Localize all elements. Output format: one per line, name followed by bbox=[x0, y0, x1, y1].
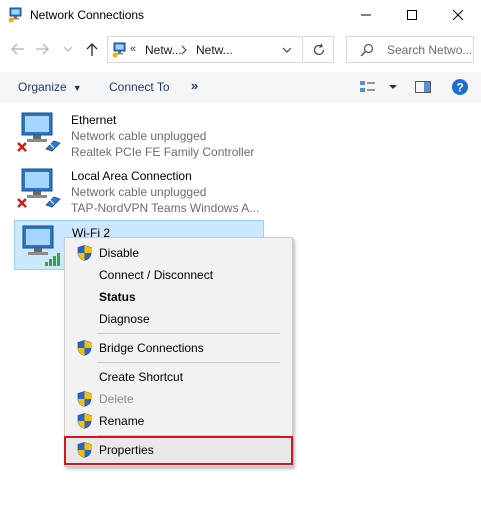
menu-item-label: Disable bbox=[99, 246, 140, 260]
address-bar[interactable]: « Netw... Netw... bbox=[107, 36, 303, 63]
search-box[interactable]: Search Netwo... bbox=[346, 36, 474, 63]
chevron-down-icon bbox=[63, 46, 73, 52]
minimize-button[interactable] bbox=[343, 0, 389, 30]
forward-button[interactable] bbox=[33, 40, 51, 58]
menu-item-status[interactable]: Status bbox=[67, 286, 290, 308]
connection-item-local-area-connection[interactable]: Local Area Connection Network cable unpl… bbox=[14, 164, 264, 215]
arrow-up-icon bbox=[86, 43, 98, 56]
menu-item-label: Rename bbox=[99, 414, 145, 428]
change-view-icon[interactable] bbox=[359, 78, 377, 96]
preview-pane-icon[interactable] bbox=[414, 78, 432, 96]
recent-locations-button[interactable] bbox=[59, 40, 77, 58]
menu-item-properties[interactable]: Properties bbox=[64, 436, 293, 465]
menu-item-delete[interactable]: Delete bbox=[67, 388, 290, 410]
arrow-right-icon bbox=[36, 43, 49, 55]
maximize-icon bbox=[407, 10, 417, 20]
back-button[interactable] bbox=[9, 40, 27, 58]
more-commands-button[interactable]: » bbox=[191, 78, 198, 93]
connection-device: Realtek PCIe FE Family Controller bbox=[71, 145, 255, 159]
breadcrumb-item[interactable]: Netw... bbox=[145, 43, 182, 57]
uac-shield-icon bbox=[77, 391, 92, 407]
uac-shield-icon bbox=[77, 442, 92, 458]
network-connections-icon bbox=[8, 7, 22, 23]
menu-item-disable[interactable]: Disable bbox=[67, 242, 290, 264]
uac-shield-icon bbox=[77, 340, 92, 356]
menu-item-label: Diagnose bbox=[99, 312, 150, 326]
close-icon bbox=[453, 10, 463, 20]
menu-separator bbox=[97, 435, 280, 436]
network-connections-icon bbox=[112, 42, 126, 58]
connection-status: Network cable unplugged bbox=[71, 129, 207, 143]
arrow-left-icon bbox=[11, 43, 24, 55]
uac-shield-icon bbox=[77, 245, 92, 261]
caret-down-icon: ▼ bbox=[72, 83, 82, 93]
chevron-down-icon[interactable] bbox=[280, 43, 294, 57]
chevron-right-icon[interactable] bbox=[181, 45, 187, 55]
maximize-button[interactable] bbox=[389, 0, 435, 30]
menu-item-diagnose[interactable]: Diagnose bbox=[67, 308, 290, 330]
help-icon[interactable]: ? bbox=[451, 78, 469, 96]
connect-to-button[interactable]: Connect To bbox=[109, 80, 170, 94]
close-button[interactable] bbox=[435, 0, 481, 30]
breadcrumb-item[interactable]: Netw... bbox=[196, 43, 233, 57]
menu-item-label: Properties bbox=[99, 443, 154, 457]
menu-item-label: Delete bbox=[99, 392, 134, 406]
view-options-chevron-icon[interactable] bbox=[384, 78, 402, 96]
minimize-icon bbox=[361, 14, 371, 16]
connection-item-ethernet[interactable]: Ethernet Network cable unplugged Realtek… bbox=[14, 108, 264, 159]
connection-status: Network cable unplugged bbox=[71, 185, 207, 199]
menu-item-bridge-connections[interactable]: Bridge Connections bbox=[67, 337, 290, 359]
svg-text:?: ? bbox=[456, 81, 463, 95]
connection-name: Ethernet bbox=[71, 113, 117, 127]
command-bar: Organize ▼ Connect To » ? bbox=[0, 72, 481, 102]
menu-separator bbox=[97, 333, 280, 334]
search-icon bbox=[360, 43, 374, 57]
organize-label: Organize bbox=[18, 80, 67, 94]
ethernet-disconnected-icon bbox=[17, 168, 61, 208]
up-button[interactable] bbox=[83, 40, 101, 58]
menu-item-connect-disconnect[interactable]: Connect / Disconnect bbox=[67, 264, 290, 286]
ethernet-disconnected-icon bbox=[17, 112, 61, 152]
connection-device: TAP-NordVPN Teams Windows A... bbox=[71, 201, 260, 215]
menu-item-rename[interactable]: Rename bbox=[67, 410, 290, 432]
menu-item-label: Connect / Disconnect bbox=[99, 268, 214, 282]
overflow-chevron[interactable]: « bbox=[130, 43, 136, 55]
title-bar: Network Connections bbox=[0, 0, 481, 30]
menu-separator bbox=[97, 362, 280, 363]
menu-item-label: Create Shortcut bbox=[99, 370, 184, 384]
menu-item-label: Bridge Connections bbox=[99, 341, 204, 355]
refresh-button[interactable] bbox=[304, 36, 334, 63]
connection-name: Local Area Connection bbox=[71, 169, 192, 183]
organize-button[interactable]: Organize ▼ bbox=[18, 80, 82, 94]
window-title: Network Connections bbox=[30, 8, 145, 22]
menu-item-create-shortcut[interactable]: Create Shortcut bbox=[67, 366, 290, 388]
refresh-icon bbox=[313, 43, 324, 55]
wifi-connection-icon bbox=[22, 225, 60, 266]
menu-item-label: Status bbox=[99, 290, 136, 304]
context-menu: Disable Connect / Disconnect Status Diag… bbox=[64, 237, 293, 467]
search-placeholder: Search Netwo... bbox=[387, 43, 473, 57]
uac-shield-icon bbox=[77, 413, 92, 429]
